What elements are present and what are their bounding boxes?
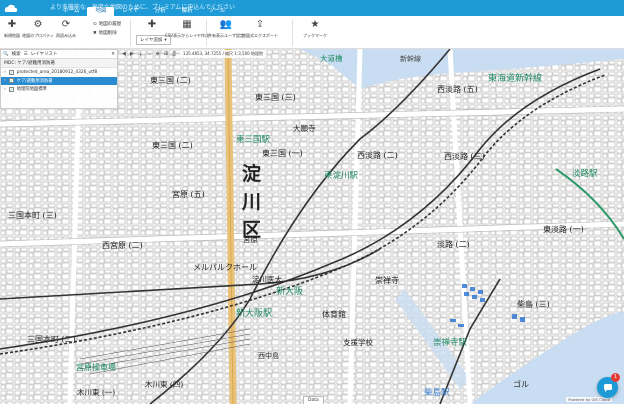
map-properties-button[interactable]: ⚙ 地図のプロパティ bbox=[22, 19, 54, 39]
layer-checkbox[interactable]: ✓ bbox=[8, 69, 14, 75]
map-label-shinkansen: 新幹線 bbox=[400, 55, 421, 63]
map-label-golf: ゴル bbox=[513, 380, 529, 389]
tab-tools[interactable]: ツール bbox=[201, 7, 234, 16]
map-label-shin-osaka: 新大阪 bbox=[276, 287, 304, 297]
tab-analytics[interactable]: 解析 bbox=[174, 7, 201, 16]
gear-icon: ⚙ bbox=[33, 19, 43, 30]
map-label-east-mikuni-4: 東三国 (一) bbox=[262, 149, 303, 158]
zoom-in-icon[interactable]: ＋ bbox=[138, 51, 143, 58]
tab-home[interactable]: ホーム bbox=[55, 7, 87, 16]
print-icon[interactable]: ⎙ bbox=[172, 51, 176, 58]
reload-button[interactable]: ⟳ 再読み込み bbox=[51, 19, 81, 39]
csv-layer-button[interactable]: ▦ CSV表示からレイヤ作成 bbox=[165, 19, 209, 39]
ribbon-divider bbox=[130, 20, 131, 46]
arrow-left-icon[interactable]: ◀ bbox=[122, 51, 126, 58]
layer-checkbox[interactable]: ✓ bbox=[8, 78, 14, 84]
map-label-nishiawaji-2: 西淡路 (二) bbox=[357, 151, 398, 160]
map-label-mikunihon-3: 三国本町 (三) bbox=[8, 211, 57, 220]
layer-panel: 🔍 検索 ☰ レイヤリスト ✕ MDC: ケア/避難用消防著 › ✓ prote… bbox=[0, 49, 118, 109]
plus-icon: ✚ bbox=[147, 19, 157, 30]
map-label-kigawa-1: 木川東 (一) bbox=[77, 388, 116, 397]
arrow-right-icon[interactable]: ▶ bbox=[130, 51, 134, 58]
expand-icon[interactable]: › bbox=[4, 70, 6, 75]
panel-tab-layer-list[interactable]: レイヤリスト bbox=[31, 51, 58, 57]
share-icon: ⇪ bbox=[255, 19, 265, 30]
map-label-east-mikuni-1: 東三国 (二) bbox=[152, 141, 193, 150]
map-label-nishiawaji-3: 西淡路 (三) bbox=[444, 152, 485, 161]
map-label-awaji: 淡路 (二) bbox=[437, 240, 470, 249]
ribbon-toolbar: ✚ 新規地図 ⚙ 地図のプロパティ ⟳ 再読み込み ⊙ 地図の履歴 ✖ 地図削除 ✚… bbox=[0, 16, 624, 49]
panel-title: MDC: ケア/避難用消防著 bbox=[1, 59, 117, 68]
export-button[interactable]: ⇪ 地図式エクスポート bbox=[242, 19, 278, 39]
map-label-tokaido: 東海道新幹線 bbox=[488, 74, 543, 84]
map-label-east-mikuni-3: 東三国 (三) bbox=[255, 93, 296, 102]
top-bar: より多機能な、高度な地図のために、プレミアムに申込んでください ホーム 地図 レ… bbox=[0, 0, 624, 16]
map-label-miyahara: 宮原 bbox=[243, 235, 258, 244]
map-label-miyahara-5: 宮原 (五) bbox=[172, 190, 205, 199]
panel-toolbar: 🔍 検索 ☰ レイヤリスト ✕ bbox=[1, 50, 117, 59]
chat-icon bbox=[603, 383, 612, 392]
layer-row[interactable]: › ✓ protected_area_20180912_4326_utf8 bbox=[1, 68, 117, 77]
tab-analysis[interactable]: 分析 bbox=[147, 7, 174, 16]
history-icon: ⊙ bbox=[93, 21, 97, 27]
expand-icon[interactable]: › bbox=[4, 87, 6, 92]
refresh-icon: ⟳ bbox=[61, 19, 71, 30]
map-label-okubashi: 大道橋 bbox=[320, 54, 343, 63]
map-label-higashiyodogawa-station: 東淀川駅 bbox=[324, 171, 359, 181]
add-layer-button[interactable]: ✚ bbox=[137, 19, 167, 31]
plus-icon: ✚ bbox=[7, 19, 17, 30]
layer-row[interactable]: › ✓ 地理院地図標準 bbox=[1, 85, 117, 94]
star-icon: ★ bbox=[310, 19, 320, 30]
map-label-gymnasium: 体育館 bbox=[322, 310, 346, 319]
delete-map-button[interactable]: ✖ 地図削除 bbox=[93, 30, 117, 37]
map-history-button[interactable]: ⊙ 地図の履歴 bbox=[93, 21, 121, 28]
bookmark-button[interactable]: ★ ブックマーク bbox=[300, 19, 330, 39]
pan-icon[interactable]: ✥ bbox=[156, 51, 160, 58]
map-label-daidoji: 大願寺 bbox=[293, 124, 316, 133]
notification-badge: 1 bbox=[611, 373, 620, 382]
list-icon[interactable]: ☰ bbox=[24, 52, 28, 57]
map-label-miyahara-yard: 宮原操車場 bbox=[76, 363, 116, 372]
map-label-ward-kawa: 川 bbox=[242, 191, 262, 213]
map-label-nishiawaji-5: 西淡路 (五) bbox=[437, 85, 478, 94]
map-label-support-school: 支援学校 bbox=[343, 338, 373, 347]
data-tab[interactable]: Data bbox=[303, 396, 324, 404]
measure-icon[interactable]: ⊞ bbox=[164, 51, 168, 58]
map-label-mikunihon-2: 三国本町 (二) bbox=[27, 335, 76, 344]
close-icon: ✖ bbox=[93, 30, 97, 36]
tab-layer[interactable]: レイヤ bbox=[114, 7, 146, 16]
ribbon-divider bbox=[292, 20, 293, 46]
zoom-out-icon[interactable]: － bbox=[147, 51, 152, 58]
map-label-nishi-miyahara: 西宮原 (二) bbox=[102, 241, 143, 250]
map-label-shin-osaka-station: 新大阪駅 bbox=[236, 309, 273, 319]
coordinate-readout: 135.4853, 34.7255 / 縮尺 1:3,500 地理院 bbox=[180, 50, 266, 58]
ribbon-divider bbox=[206, 20, 207, 46]
tab-map[interactable]: 地図 bbox=[87, 7, 115, 16]
map-label-east-mikuni-station: 東三国駅 bbox=[236, 135, 271, 145]
map-label-higashiawaji: 東淡路 (一) bbox=[543, 225, 584, 234]
layer-checkbox[interactable]: ✓ bbox=[8, 86, 14, 92]
map-label-east-mikuni-2: 東三国 (二) bbox=[150, 76, 191, 85]
map-label-ward-yodo: 淀 bbox=[242, 163, 262, 185]
search-icon[interactable]: 🔍 bbox=[3, 52, 9, 57]
map-label-kunijima-station: 柴島駅 bbox=[424, 388, 450, 398]
share-button[interactable]: 👥 共有表示ユーザ設定 bbox=[208, 19, 244, 39]
table-icon: ▦ bbox=[182, 19, 192, 30]
panel-tab-search[interactable]: 検索 bbox=[12, 51, 21, 57]
map-label-sozenji-station: 崇禅寺駅 bbox=[433, 338, 468, 348]
map-label-kunijima-3: 柴島 (三) bbox=[517, 300, 550, 309]
map-label-awaji-station: 淡路駅 bbox=[572, 169, 598, 179]
map-label-nishinakajima: 西中島 bbox=[258, 352, 279, 360]
map-label-meruparuku: メルパルクホール bbox=[193, 263, 257, 272]
map-toolbar: ◀ ▶ ＋ － ✥ ⊞ ⎙ bbox=[122, 51, 176, 58]
users-icon: 👥 bbox=[219, 19, 233, 30]
app-window: より多機能な、高度な地図のために、プレミアムに申込んでください ホーム 地図 レ… bbox=[0, 0, 624, 404]
close-icon[interactable]: ✕ bbox=[111, 52, 115, 57]
layer-row-selected[interactable]: › ✓ ケア/避難用消防著 bbox=[1, 76, 117, 85]
map-label-kizawa-4: 木川東 (四) bbox=[145, 380, 184, 389]
map-label-sozenji: 崇禅寺 bbox=[375, 276, 399, 285]
cloud-logo-icon[interactable] bbox=[0, 0, 22, 16]
expand-icon[interactable]: › bbox=[4, 78, 6, 83]
main-tabs: ホーム 地図 レイヤ 分析 解析 ツール bbox=[55, 7, 233, 16]
